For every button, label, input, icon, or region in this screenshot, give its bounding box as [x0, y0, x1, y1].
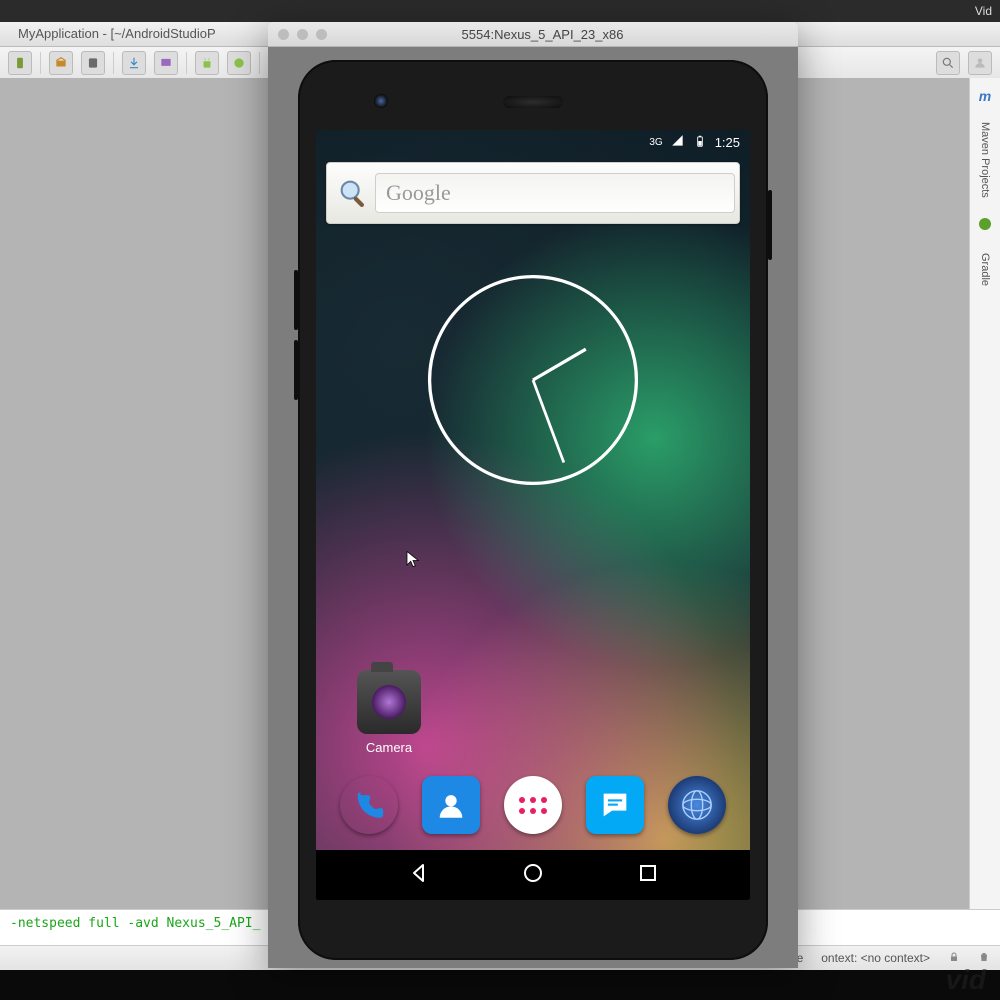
network-label: 3G — [649, 137, 662, 148]
emulator-window: 5554:Nexus_5_API_23_x86 3G 1:25 — [268, 22, 798, 968]
gradle-icon — [977, 216, 993, 235]
emulator-content: 3G 1:25 Google — [268, 46, 798, 968]
volume-up-button[interactable] — [294, 270, 298, 330]
app-drawer-button[interactable] — [504, 776, 562, 834]
toolbar-sdk-button[interactable] — [49, 51, 73, 75]
search-icon — [331, 171, 375, 215]
volume-down-button[interactable] — [294, 340, 298, 400]
phone-app[interactable] — [340, 776, 398, 834]
drawer-dots-icon — [519, 797, 547, 814]
maven-tab[interactable]: Maven Projects — [979, 122, 991, 198]
contacts-app[interactable] — [422, 776, 480, 834]
back-button[interactable] — [407, 861, 431, 890]
toolbar-search-button[interactable] — [936, 51, 960, 75]
camera-icon — [357, 670, 421, 734]
android-statusbar[interactable]: 3G 1:25 — [316, 130, 750, 154]
phone-frame: 3G 1:25 Google — [298, 60, 768, 960]
window-traffic-lights[interactable] — [268, 29, 327, 40]
toolbar-avd-button[interactable] — [81, 51, 105, 75]
camera-label: Camera — [352, 740, 426, 755]
watermark: vid — [946, 964, 986, 996]
mac-clock-text: Vid — [975, 4, 992, 18]
mac-menubar: Vid — [0, 0, 1000, 22]
front-camera-icon — [374, 94, 388, 108]
toolbar-separator — [259, 52, 260, 74]
search-placeholder: Google — [386, 180, 451, 206]
toolbar-separator — [113, 52, 114, 74]
android-screen[interactable]: 3G 1:25 Google — [316, 130, 750, 900]
android-navbar — [316, 850, 750, 900]
toolbar-monitor-button[interactable] — [154, 51, 178, 75]
earpiece-icon — [503, 96, 563, 108]
toolbar-device-button[interactable] — [8, 51, 32, 75]
toolbar-separator — [186, 52, 187, 74]
messages-app[interactable] — [586, 776, 644, 834]
ide-right-gutter: m Maven Projects Gradle — [969, 78, 1000, 910]
clock-text: 1:25 — [715, 135, 740, 150]
mac-dock-area: vid — [0, 970, 1000, 1000]
camera-app[interactable]: Camera — [352, 670, 426, 755]
toolbar-separator — [40, 52, 41, 74]
toolbar-download-button[interactable] — [122, 51, 146, 75]
signal-icon — [671, 134, 685, 151]
search-input[interactable]: Google — [375, 173, 735, 213]
home-button[interactable] — [521, 861, 545, 890]
emulator-titlebar: 5554:Nexus_5_API_23_x86 — [268, 22, 798, 47]
google-search-widget[interactable]: Google — [326, 162, 740, 224]
browser-app[interactable] — [668, 776, 726, 834]
power-button[interactable] — [768, 190, 772, 260]
analog-clock-widget[interactable] — [423, 270, 643, 490]
status-context: ontext: <no context> — [821, 951, 930, 965]
recents-button[interactable] — [636, 861, 660, 890]
gradle-tab[interactable]: Gradle — [979, 253, 991, 286]
toolbar-android-fill-button[interactable] — [227, 51, 251, 75]
toolbar-user-button[interactable] — [968, 51, 992, 75]
battery-icon — [693, 134, 707, 151]
favorites-tray — [316, 766, 750, 844]
emulator-title: 5554:Nexus_5_API_23_x86 — [327, 27, 798, 42]
maven-icon: m — [979, 88, 991, 104]
toolbar-android-button[interactable] — [195, 51, 219, 75]
